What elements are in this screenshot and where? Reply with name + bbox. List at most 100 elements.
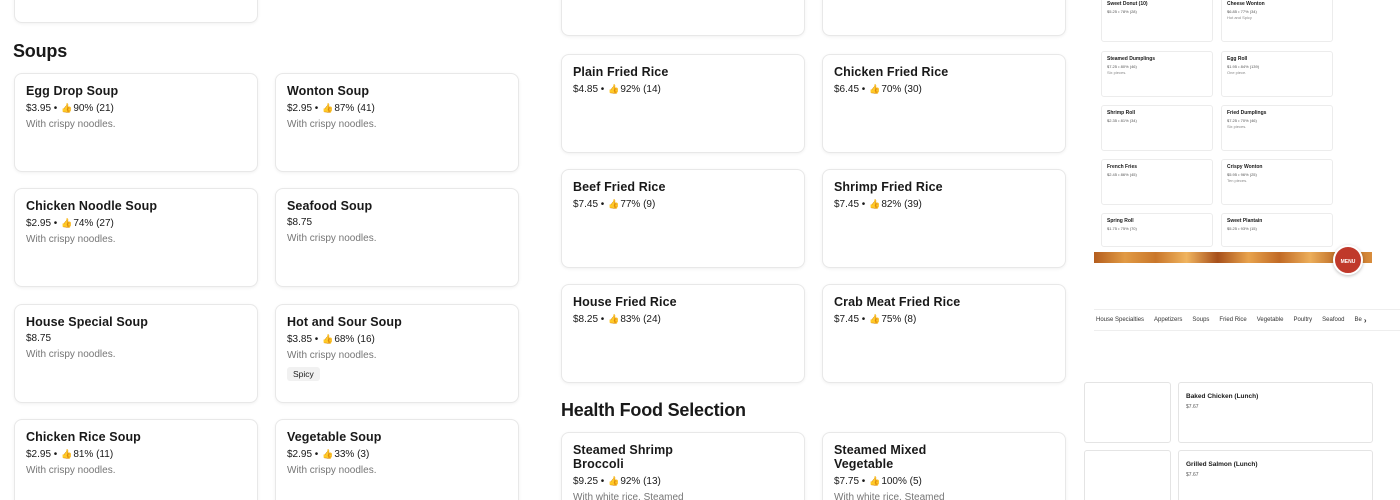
menu-item-card-partial[interactable] xyxy=(822,0,1066,36)
item-price: $6.45 xyxy=(834,84,860,95)
preview-item-card[interactable]: Fried Dumplings $7.25 • 70% (46) Six pie… xyxy=(1221,105,1333,151)
item-name: Chicken Fried Rice xyxy=(834,65,949,79)
item-name: Vegetable Soup xyxy=(287,430,382,444)
preview-item-card[interactable]: Cheese Wonton $6.85 • 77% (34) Hot and S… xyxy=(1221,0,1333,42)
nav-tab[interactable]: House Specialties xyxy=(1096,317,1144,323)
menu-item-card[interactable]: Chicken Fried Rice $6.45 • 👍70% (30) xyxy=(822,54,1066,153)
preview-item-name: Crispy Wonton xyxy=(1227,164,1263,170)
thumbs-up-icon: 👍 xyxy=(322,334,334,344)
menu-item-card-partial[interactable] xyxy=(14,0,258,23)
nav-tab[interactable]: Poultry xyxy=(1293,317,1312,323)
preview-item-card[interactable]: Spring Roll $1.75 • 75% (70) xyxy=(1101,213,1213,247)
thumbs-up-icon: 👍 xyxy=(322,103,334,113)
preview-item-name: Grilled Salmon (Lunch) xyxy=(1186,461,1258,468)
item-price: $7.45 xyxy=(834,314,860,325)
preview-item-price: $7.67 xyxy=(1186,472,1199,478)
item-price-rating: $6.45 • 👍70% (30) xyxy=(834,84,922,95)
item-rating: 87% (41) xyxy=(334,103,375,114)
item-rating: 70% (30) xyxy=(881,84,922,95)
item-price: $4.85 xyxy=(573,84,599,95)
item-price: $2.95 xyxy=(287,103,313,114)
preview-item-card[interactable]: Steamed Dumplings $7.25 • 80% (46) Six p… xyxy=(1101,51,1213,97)
preview-item-card[interactable]: Grilled Salmon (Lunch) $7.67 xyxy=(1178,450,1373,500)
thumbs-up-icon: 👍 xyxy=(61,103,73,113)
nav-tab[interactable]: Vegetable xyxy=(1257,317,1284,323)
item-description: With white rice. Steamed xyxy=(834,492,945,500)
preview-item-meta: $6.85 • 77% (34) xyxy=(1227,9,1257,14)
preview-item-card-partial[interactable] xyxy=(1084,382,1171,443)
preview-item-card[interactable]: Shrimp Roll $2.35 • 81% (34) xyxy=(1101,105,1213,151)
thumbs-up-icon: 👍 xyxy=(61,218,73,228)
item-rating: 92% (14) xyxy=(620,84,661,95)
preview-item-meta: $7.25 • 70% (46) xyxy=(1227,118,1257,123)
item-description: With crispy noodles. xyxy=(26,465,116,476)
spicy-tag: Spicy xyxy=(287,367,320,381)
menu-item-card[interactable]: Hot and Sour Soup $3.85 • 👍68% (16) With… xyxy=(275,304,519,403)
preview-item-card-partial[interactable] xyxy=(1084,450,1171,500)
menu-item-card-partial[interactable] xyxy=(561,0,805,36)
item-price-rating: $8.25 • 👍83% (24) xyxy=(573,314,661,325)
item-name: Chicken Rice Soup xyxy=(26,430,141,444)
preview-item-desc: One piece. xyxy=(1227,70,1247,75)
item-name: Hot and Sour Soup xyxy=(287,315,402,329)
preview-item-desc: Ten pieces. xyxy=(1227,178,1248,183)
menu-item-card[interactable]: Steamed Mixed Vegetable $7.75 • 👍100% (5… xyxy=(822,432,1066,500)
preview-item-card[interactable]: Crispy Wonton $5.95 • 96% (25) Ten piece… xyxy=(1221,159,1333,205)
item-price: $8.25 xyxy=(573,314,599,325)
section-heading-health-food: Health Food Selection xyxy=(561,400,746,420)
menu-item-card[interactable]: Plain Fried Rice $4.85 • 👍92% (14) xyxy=(561,54,805,153)
preview-item-meta: $5.95 • 96% (25) xyxy=(1227,172,1257,177)
preview-item-name: Baked Chicken (Lunch) xyxy=(1186,393,1259,400)
item-price-rating: $4.85 • 👍92% (14) xyxy=(573,84,661,95)
preview-item-card[interactable]: Sweet Plantain $5.25 • 93% (15) xyxy=(1221,213,1333,247)
thumbs-up-icon: 👍 xyxy=(61,449,73,459)
item-price-rating: $7.45 • 👍75% (8) xyxy=(834,314,917,325)
preview-item-card[interactable]: Baked Chicken (Lunch) $7.67 xyxy=(1178,382,1373,443)
menu-item-card[interactable]: Egg Drop Soup $3.95 • 👍90% (21) With cri… xyxy=(14,73,258,172)
item-rating: 100% (5) xyxy=(881,476,922,487)
menu-item-card[interactable]: Beef Fried Rice $7.45 • 👍77% (9) xyxy=(561,169,805,268)
item-name: Crab Meat Fried Rice xyxy=(834,295,961,309)
item-description: With crispy noodles. xyxy=(26,119,116,130)
item-name: Beef Fried Rice xyxy=(573,180,666,194)
menu-item-card[interactable]: Steamed Shrimp Broccoli $9.25 • 👍92% (13… xyxy=(561,432,805,500)
menu-item-card[interactable]: Chicken Noodle Soup $2.95 • 👍74% (27) Wi… xyxy=(14,188,258,287)
item-description: With crispy noodles. xyxy=(287,465,377,476)
item-name: Steamed Mixed Vegetable xyxy=(834,443,927,471)
item-price-rating: $7.75 • 👍100% (5) xyxy=(834,476,922,487)
category-nav: House Specialties Appetizers Soups Fried… xyxy=(1094,309,1400,331)
item-price: $3.85 xyxy=(287,334,313,345)
preview-item-card[interactable]: Egg Roll $1.95 • 84% (139) One piece. xyxy=(1221,51,1333,97)
preview-item-name: Fried Dumplings xyxy=(1227,110,1267,116)
item-description: With white rice. Steamed xyxy=(573,492,684,500)
item-rating: 83% (24) xyxy=(620,314,661,325)
restaurant-logo: MENU xyxy=(1333,245,1363,275)
menu-item-card[interactable]: Shrimp Fried Rice $7.45 • 👍82% (39) xyxy=(822,169,1066,268)
thumbs-up-icon: 👍 xyxy=(322,449,334,459)
preview-item-meta: $5.25 • 93% (15) xyxy=(1227,226,1257,231)
nav-tab[interactable]: Fried Rice xyxy=(1219,317,1246,323)
nav-tab[interactable]: Soups xyxy=(1192,317,1209,323)
item-price-rating: $3.95 • 👍90% (21) xyxy=(26,103,114,114)
item-description: With crispy noodles. xyxy=(287,233,377,244)
nav-tab[interactable]: Appetizers xyxy=(1154,317,1182,323)
item-rating: 81% (11) xyxy=(73,449,114,460)
item-rating: 92% (13) xyxy=(620,476,661,487)
item-name: Wonton Soup xyxy=(287,84,370,98)
menu-item-card[interactable]: Seafood Soup $8.75 With crispy noodles. xyxy=(275,188,519,287)
menu-item-card[interactable]: Vegetable Soup $2.95 • 👍33% (3) With cri… xyxy=(275,419,519,500)
preview-item-card[interactable]: Sweet Donut (10) $5.25 • 78% (28) xyxy=(1101,0,1213,42)
nav-tab[interactable]: Be xyxy=(1355,317,1362,323)
preview-item-name: Sweet Plantain xyxy=(1227,218,1263,224)
nav-tab[interactable]: Seafood xyxy=(1322,317,1344,323)
menu-item-card[interactable]: House Special Soup $8.75 With crispy noo… xyxy=(14,304,258,403)
chevron-right-icon[interactable]: › xyxy=(1364,316,1367,325)
menu-item-card[interactable]: Crab Meat Fried Rice $7.45 • 👍75% (8) xyxy=(822,284,1066,383)
menu-item-card[interactable]: Chicken Rice Soup $2.95 • 👍81% (11) With… xyxy=(14,419,258,500)
item-name: Egg Drop Soup xyxy=(26,84,119,98)
preview-item-card[interactable]: French Fries $2.45 • 86% (45) xyxy=(1101,159,1213,205)
menu-item-card[interactable]: Wonton Soup $2.95 • 👍87% (41) With crisp… xyxy=(275,73,519,172)
menu-item-card[interactable]: House Fried Rice $8.25 • 👍83% (24) xyxy=(561,284,805,383)
preview-item-desc: Six pieces. xyxy=(1107,70,1127,75)
preview-item-name: Cheese Wonton xyxy=(1227,1,1265,7)
